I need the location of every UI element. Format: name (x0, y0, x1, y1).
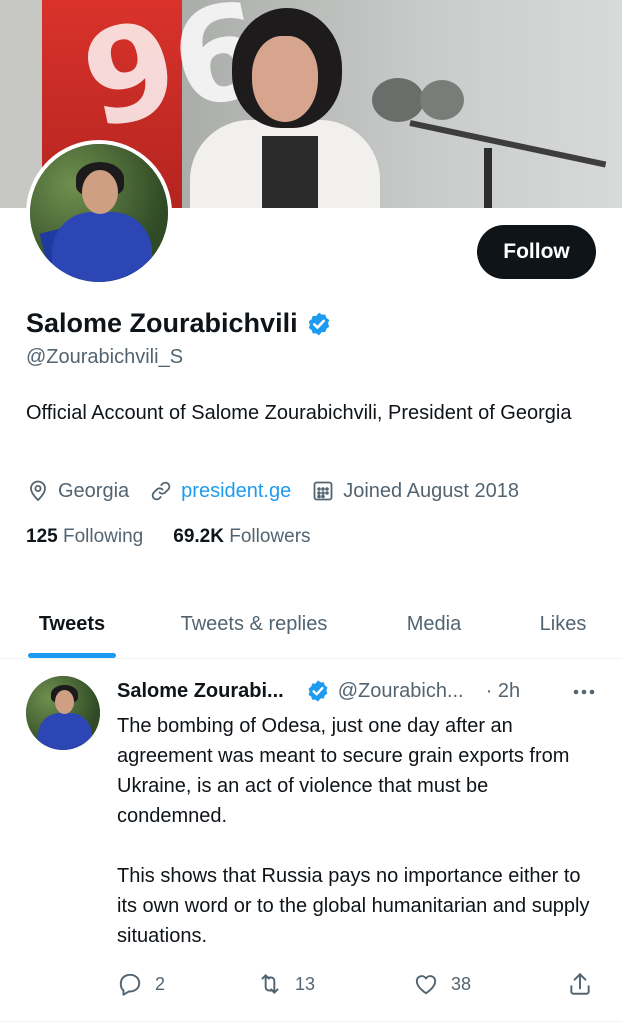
tab-likes[interactable]: Likes (504, 590, 622, 658)
tweet-actions: 2 13 38 (117, 971, 597, 1001)
active-tab-indicator (28, 653, 116, 658)
reply-button[interactable]: 2 (117, 971, 165, 997)
banner-speaker (190, 8, 390, 208)
website-link[interactable]: president.ge (181, 480, 291, 503)
tab-label: Likes (539, 612, 587, 635)
like-icon (415, 975, 437, 995)
tab-label: Media (406, 612, 462, 635)
tweet-paragraph: The bombing of Odesa, just one day after… (117, 715, 570, 827)
reply-icon (119, 973, 141, 996)
retweet-icon (261, 974, 279, 994)
share-button[interactable] (567, 971, 593, 997)
mic-stand (409, 120, 607, 168)
profile-name: Salome Zourabichvili (26, 308, 298, 338)
tab-media[interactable]: Media (364, 590, 504, 658)
calendar-icon (313, 481, 333, 501)
tweet-item[interactable]: Salome Zourabi... @Zourabich... · 2h The… (0, 659, 622, 1022)
tweet-paragraph: This shows that Russia pays no importanc… (117, 865, 590, 947)
tweet-timestamp[interactable]: · 2h (486, 680, 520, 703)
tweet-avatar[interactable] (26, 676, 100, 750)
link-icon (151, 481, 171, 501)
profile-handle: @Zourabichvili_S (26, 346, 184, 368)
profile-meta: Georgia president.ge Joined August 2018 (26, 476, 539, 506)
followers-stat[interactable]: 69.2K Followers (173, 526, 310, 548)
verified-badge-icon (308, 680, 328, 702)
mic-pole (484, 148, 492, 208)
following-label: Following (62, 526, 144, 547)
like-button[interactable]: 38 (413, 971, 471, 997)
following-stat[interactable]: 125 Following (26, 526, 143, 548)
location-item: Georgia (26, 479, 129, 503)
tab-label: Tweets (38, 612, 106, 635)
tab-label: Tweets & replies (180, 612, 328, 635)
followers-count: 69.2K (173, 526, 224, 547)
profile-name-row: Salome Zourabichvili (26, 308, 332, 339)
microphone-icon (372, 78, 424, 122)
joined-text: Joined August 2018 (343, 479, 519, 502)
following-count: 125 (26, 526, 58, 547)
tweet-author-name[interactable]: Salome Zourabi... (117, 680, 284, 703)
retweet-button[interactable]: 13 (257, 971, 315, 997)
microphone-icon (420, 80, 464, 120)
tab-tweets[interactable]: Tweets (0, 590, 144, 658)
profile-tabs: Tweets Tweets & replies Media Likes (0, 590, 622, 659)
like-count: 38 (451, 973, 472, 994)
profile-bio: Official Account of Salome Zourabichvili… (26, 402, 572, 424)
location-icon (30, 480, 46, 502)
website-item[interactable]: president.ge (149, 479, 291, 503)
tweet-author-handle[interactable]: @Zourabich... (338, 680, 464, 703)
profile-stats: 125 Following 69.2K Followers (26, 526, 311, 548)
tweet-header: Salome Zourabi... @Zourabich... · 2h (117, 678, 597, 704)
retweet-count: 13 (295, 973, 316, 994)
share-icon (570, 973, 590, 995)
joined-item: Joined August 2018 (311, 479, 519, 503)
verified-badge-icon (308, 312, 329, 335)
followers-label: Followers (229, 526, 311, 547)
reply-count: 2 (155, 973, 166, 994)
tab-tweets-replies[interactable]: Tweets & replies (144, 590, 364, 658)
follow-button[interactable]: Follow (477, 225, 596, 279)
location-text: Georgia (58, 479, 130, 502)
tweet-text: The bombing of Odesa, just one day after… (117, 711, 597, 981)
more-options-icon[interactable] (571, 682, 597, 702)
profile-avatar[interactable] (26, 140, 172, 286)
